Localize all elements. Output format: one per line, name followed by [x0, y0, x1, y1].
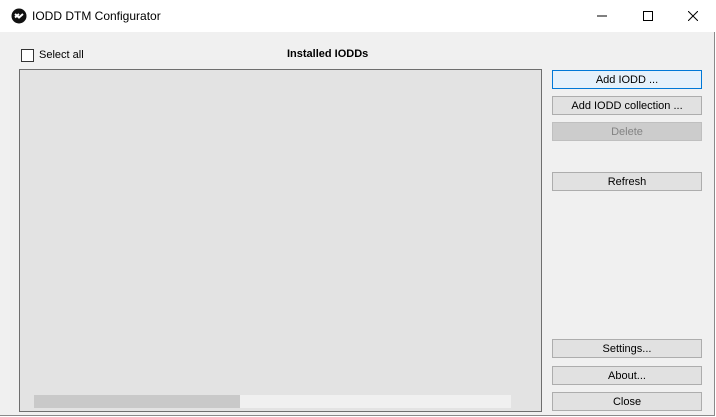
minimize-button[interactable]: [579, 0, 625, 32]
title-bar: IODD DTM Configurator: [0, 0, 716, 32]
maximize-button[interactable]: [625, 0, 671, 32]
select-all-checkbox[interactable]: Select all: [21, 48, 84, 62]
window-title: IODD DTM Configurator: [32, 9, 161, 23]
installed-iodds-list[interactable]: [19, 69, 542, 412]
delete-button[interactable]: Delete: [552, 122, 702, 141]
close-icon: [688, 11, 698, 21]
installed-iodds-heading: Installed IODDs: [287, 48, 369, 60]
add-iodd-collection-button[interactable]: Add IODD collection ...: [552, 96, 702, 115]
add-iodd-button[interactable]: Add IODD ...: [552, 70, 702, 89]
checkbox-box[interactable]: [21, 48, 34, 62]
horizontal-scrollbar[interactable]: [34, 395, 511, 408]
close-window-button[interactable]: [670, 0, 716, 32]
settings-button[interactable]: Settings...: [552, 339, 702, 358]
minimize-icon: [597, 15, 607, 17]
about-button[interactable]: About...: [552, 366, 702, 385]
app-logo-icon: [11, 8, 27, 24]
close-button[interactable]: Close: [552, 392, 702, 411]
main-window: IODD DTM Configurator Select all Install…: [0, 0, 716, 416]
maximize-icon: [643, 11, 653, 21]
scrollbar-thumb[interactable]: [34, 395, 240, 408]
refresh-button[interactable]: Refresh: [552, 172, 702, 191]
select-all-label: Select all: [39, 49, 84, 61]
